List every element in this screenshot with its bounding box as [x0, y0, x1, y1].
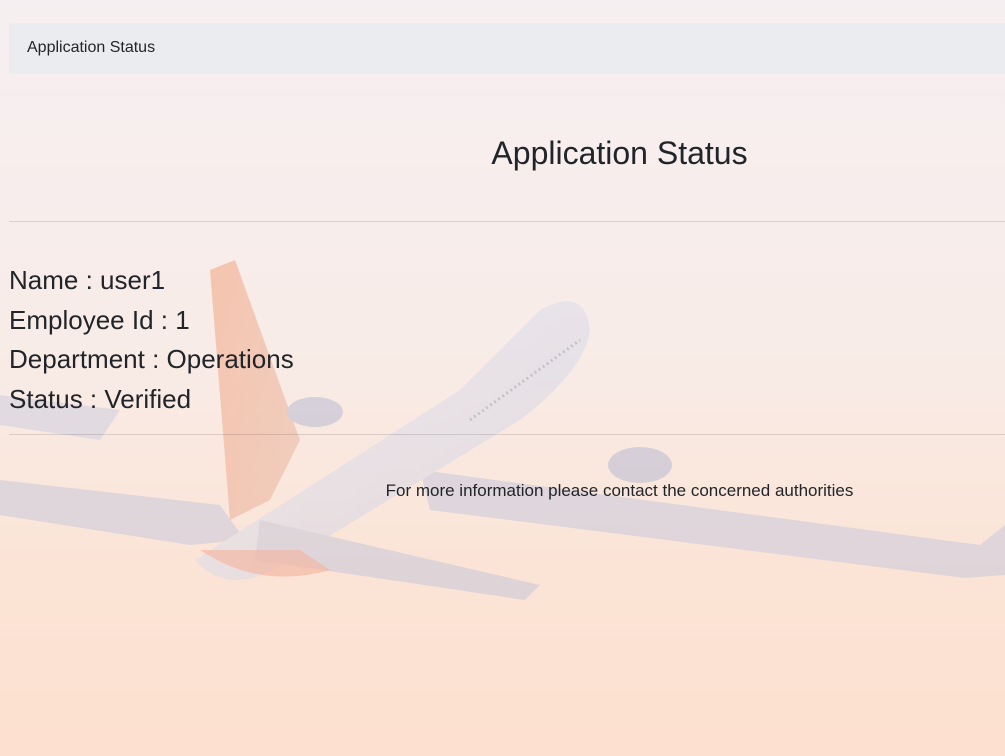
top-navbar: Application Status — [9, 23, 1005, 74]
employee-id-field: Employee Id : 1 — [9, 304, 190, 335]
navbar-brand-link[interactable]: Application Status — [27, 39, 155, 57]
contact-note: For more information please contact the … — [385, 481, 854, 500]
department-field: Department : Operations — [9, 344, 294, 375]
page-title: Application Status — [491, 135, 748, 171]
applicant-details: Name : user1 Employee Id : 1 Department … — [9, 261, 294, 420]
bottom-divider — [9, 434, 1005, 435]
status-field: Status : Verified — [9, 384, 192, 415]
name-field: Name : user1 — [9, 265, 166, 295]
top-divider — [9, 221, 1005, 222]
